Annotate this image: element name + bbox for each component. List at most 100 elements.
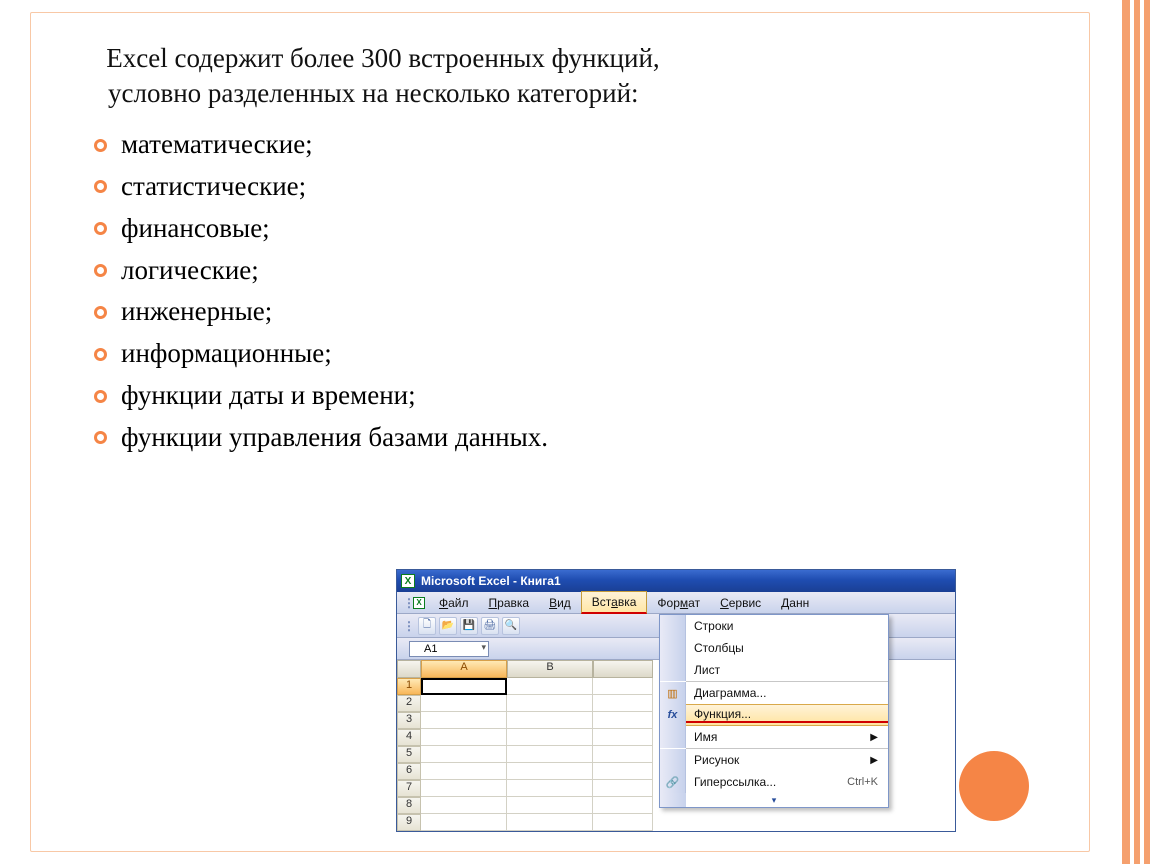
list-label: статистические; bbox=[121, 166, 306, 208]
select-all-corner[interactable] bbox=[397, 660, 421, 678]
doc-icon: X bbox=[413, 597, 425, 609]
cell[interactable] bbox=[421, 746, 507, 763]
menu-format[interactable]: Формат bbox=[647, 593, 710, 613]
cell[interactable] bbox=[593, 814, 653, 831]
cell[interactable] bbox=[593, 729, 653, 746]
dd-picture[interactable]: Рисунок▶ bbox=[660, 749, 888, 771]
bullet-icon bbox=[94, 431, 107, 444]
cell[interactable] bbox=[421, 695, 507, 712]
cell[interactable] bbox=[593, 780, 653, 797]
list-label: функции управления базами данных. bbox=[121, 417, 548, 459]
dd-hyperlink[interactable]: 🔗Гиперссылка...Ctrl+K bbox=[660, 771, 888, 793]
menu-file[interactable]: Файл bbox=[429, 593, 479, 613]
row-header[interactable]: 8 bbox=[397, 797, 421, 814]
new-file-icon[interactable]: 🗋 bbox=[418, 617, 436, 635]
preview-icon[interactable]: 🔍 bbox=[502, 617, 520, 635]
dd-sheet[interactable]: Лист bbox=[660, 659, 888, 681]
cell[interactable] bbox=[421, 729, 507, 746]
submenu-arrow-icon: ▶ bbox=[870, 732, 888, 743]
cell[interactable] bbox=[593, 712, 653, 729]
cell[interactable] bbox=[507, 746, 593, 763]
cell[interactable] bbox=[593, 678, 653, 695]
expand-chevron-icon: ▾ bbox=[772, 795, 777, 806]
menu-insert[interactable]: Вставка bbox=[581, 591, 648, 614]
dd-rows[interactable]: Строки bbox=[660, 615, 888, 637]
row-header[interactable]: 7 bbox=[397, 780, 421, 797]
row-header[interactable]: 1 bbox=[397, 678, 421, 695]
cell[interactable] bbox=[507, 729, 593, 746]
col-header-a[interactable]: A bbox=[421, 660, 507, 678]
bullet-icon bbox=[94, 306, 107, 319]
dd-func-text: Функция... bbox=[694, 707, 751, 721]
name-box[interactable]: A1 bbox=[409, 641, 489, 657]
fx-icon: fx bbox=[660, 704, 686, 726]
cell[interactable] bbox=[507, 780, 593, 797]
dd-cols[interactable]: Столбцы bbox=[660, 637, 888, 659]
list-item: логические; bbox=[94, 250, 1049, 292]
menu-view[interactable]: Вид bbox=[539, 593, 581, 613]
dd-function[interactable]: fx Функция... bbox=[660, 704, 888, 726]
list-item: финансовые; bbox=[94, 208, 1049, 250]
cell[interactable] bbox=[421, 712, 507, 729]
bullet-icon bbox=[94, 264, 107, 277]
print-icon[interactable]: 🖨 bbox=[481, 617, 499, 635]
cell[interactable] bbox=[421, 763, 507, 780]
dd-chart[interactable]: ▥Диаграмма... bbox=[660, 682, 888, 704]
row-header[interactable]: 3 bbox=[397, 712, 421, 729]
cell[interactable] bbox=[421, 780, 507, 797]
row-header[interactable]: 5 bbox=[397, 746, 421, 763]
open-icon[interactable]: 📂 bbox=[439, 617, 457, 635]
list-label: инженерные; bbox=[121, 291, 272, 333]
submenu-arrow-icon: ▶ bbox=[870, 755, 888, 766]
menu-file-label: айл bbox=[448, 596, 468, 610]
cell[interactable] bbox=[593, 746, 653, 763]
dd-expand[interactable]: ▾ bbox=[660, 793, 888, 807]
row-header[interactable]: 9 bbox=[397, 814, 421, 831]
row-header[interactable]: 2 bbox=[397, 695, 421, 712]
menu-edit[interactable]: Правка bbox=[479, 593, 540, 613]
cell[interactable] bbox=[507, 763, 593, 780]
bullet-icon bbox=[94, 139, 107, 152]
name-box-value: A1 bbox=[424, 643, 437, 655]
row-header[interactable]: 6 bbox=[397, 763, 421, 780]
dd-label: Гиперссылка... bbox=[686, 775, 847, 789]
list-label: логические; bbox=[121, 250, 259, 292]
save-icon[interactable]: 💾 bbox=[460, 617, 478, 635]
dd-name[interactable]: Имя▶ bbox=[660, 726, 888, 748]
cell[interactable] bbox=[593, 797, 653, 814]
cell[interactable] bbox=[507, 712, 593, 729]
bullet-icon bbox=[94, 180, 107, 193]
menu-tools[interactable]: Сервис bbox=[710, 593, 771, 613]
cell[interactable] bbox=[593, 695, 653, 712]
list-item: функции управления базами данных. bbox=[94, 417, 1049, 459]
dd-label: Лист bbox=[686, 663, 888, 677]
cell[interactable] bbox=[507, 695, 593, 712]
col-header-blank[interactable] bbox=[593, 660, 653, 678]
cell[interactable] bbox=[507, 814, 593, 831]
bullet-icon bbox=[94, 348, 107, 361]
slide-frame: Excel содержит более 300 встроенных функ… bbox=[30, 12, 1090, 852]
grip-icon: ⋮ bbox=[403, 619, 415, 633]
titlebar: X Microsoft Excel - Книга1 bbox=[397, 570, 955, 592]
intro-line-2: условно разделенных на несколько категор… bbox=[86, 78, 639, 108]
list-item: информационные; bbox=[94, 333, 1049, 375]
blank-icon bbox=[660, 659, 686, 681]
row-header[interactable]: 4 bbox=[397, 729, 421, 746]
menu-data[interactable]: Данн bbox=[771, 593, 819, 613]
cell[interactable] bbox=[507, 797, 593, 814]
col-header-b[interactable]: B bbox=[507, 660, 593, 678]
mnemonic: П bbox=[489, 596, 498, 610]
cell-a1[interactable] bbox=[421, 678, 507, 695]
dd-label: Имя bbox=[686, 730, 870, 744]
cell[interactable] bbox=[593, 763, 653, 780]
cell[interactable] bbox=[421, 797, 507, 814]
list-label: функции даты и времени; bbox=[121, 375, 416, 417]
list-label: финансовые; bbox=[121, 208, 270, 250]
blank-icon bbox=[660, 726, 686, 748]
bullet-icon bbox=[94, 222, 107, 235]
cell[interactable] bbox=[507, 678, 593, 695]
dd-label: Строки bbox=[686, 619, 888, 633]
blank-icon bbox=[660, 615, 686, 637]
slide-content: Excel содержит более 300 встроенных функ… bbox=[31, 13, 1089, 459]
cell[interactable] bbox=[421, 814, 507, 831]
